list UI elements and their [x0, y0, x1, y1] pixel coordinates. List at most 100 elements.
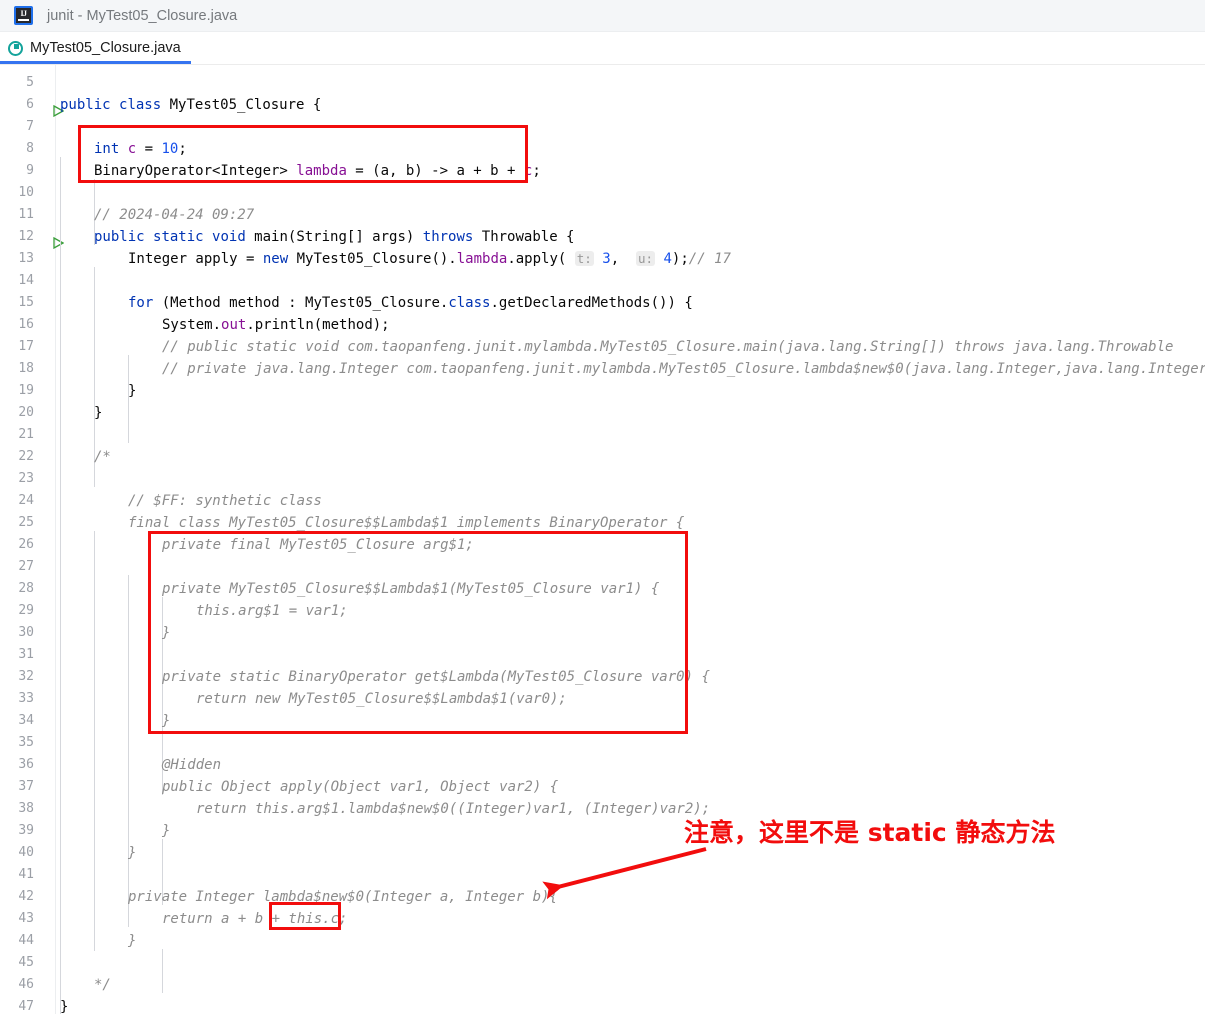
java-class-icon — [8, 40, 23, 56]
code-line: // 2024-04-24 09:27 — [94, 207, 255, 223]
line-number: 44 — [18, 933, 34, 948]
window-title-bar: IJ junit - MyTest05_Closure.java — [0, 0, 1205, 32]
line-number: 21 — [18, 427, 34, 442]
line-number: 39 — [18, 823, 34, 838]
line-number: 46 — [18, 977, 34, 992]
code-line: private final MyTest05_Closure arg$1; — [162, 537, 474, 553]
line-number: 17 — [18, 339, 34, 354]
line-number: 47 — [18, 999, 34, 1014]
line-number: 10 — [18, 185, 34, 200]
code-line: return a + b + this.c; — [162, 911, 348, 927]
code-line: for (Method method : MyTest05_Closure.cl… — [128, 295, 693, 311]
editor-tab-bar: MyTest05_Closure.java — [0, 32, 1205, 65]
code-line: } — [162, 713, 171, 729]
line-number: 11 — [18, 207, 34, 222]
code-line: private MyTest05_Closure$$Lambda$1(MyTes… — [162, 581, 660, 597]
line-number: 14 — [18, 273, 34, 288]
line-number: 7 — [26, 119, 34, 134]
line-number: 5 — [26, 75, 34, 90]
line-number: 42 — [18, 889, 34, 904]
code-line: } — [128, 383, 137, 399]
line-number: 28 — [18, 581, 34, 596]
line-number: 27 — [18, 559, 34, 574]
code-line: } — [60, 999, 69, 1014]
line-number: 24 — [18, 493, 34, 508]
code-line: @Hidden — [162, 757, 222, 773]
window-title: junit - MyTest05_Closure.java — [47, 7, 238, 24]
code-line: } — [128, 933, 137, 949]
line-number: 15 — [18, 295, 34, 310]
editor-tab-mytest05-closure[interactable]: MyTest05_Closure.java — [0, 32, 191, 64]
line-number: 34 — [18, 713, 34, 728]
code-line: Integer apply = new MyTest05_Closure().l… — [128, 251, 731, 267]
editor-gutter[interactable]: 5 6 7 8 9 10 11 12 13 14 15 16 17 18 19 20 21 22 23 24 25 26 2… — [0, 65, 64, 1014]
code-line: final class MyTest05_Closure$$Lambda$1 i… — [128, 515, 685, 531]
line-number: 37 — [18, 779, 34, 794]
code-line: public static void main(String[] args) t… — [94, 229, 575, 245]
line-number: 31 — [18, 647, 34, 662]
line-number: 20 — [18, 405, 34, 420]
code-line: this.arg$1 = var1; — [196, 603, 348, 619]
code-line: private Integer lambda$new$0(Integer a, … — [128, 889, 558, 905]
active-tab-indicator — [0, 61, 191, 64]
line-number: 41 — [18, 867, 34, 882]
run-gutter-icon[interactable] — [44, 99, 64, 117]
code-line: public class MyTest05_Closure { — [60, 97, 322, 113]
code-line: private static BinaryOperator get$Lambda… — [162, 669, 710, 685]
annotation-note-text: 注意，这里不是 static 静态方法 — [684, 818, 1056, 847]
code-line: public Object apply(Object var1, Object … — [162, 779, 559, 795]
line-number: 30 — [18, 625, 34, 640]
intellij-idea-icon-bar — [18, 19, 29, 21]
intellij-idea-icon: IJ — [14, 6, 33, 25]
line-number: 38 — [18, 801, 34, 816]
line-number: 33 — [18, 691, 34, 706]
code-editor[interactable]: 5 6 7 8 9 10 11 12 13 14 15 16 17 18 19 20 21 22 23 24 25 26 2… — [0, 65, 1205, 1014]
line-number-column: 5 6 7 8 9 10 11 12 13 14 15 16 17 18 19 20 21 22 23 24 25 26 2… — [0, 72, 64, 1014]
code-line: BinaryOperator<Integer> lambda = (a, b) … — [94, 163, 541, 179]
line-number: 29 — [18, 603, 34, 618]
line-number: 19 — [18, 383, 34, 398]
line-number: 43 — [18, 911, 34, 926]
line-number: 26 — [18, 537, 34, 552]
line-number: 36 — [18, 757, 34, 772]
line-number: 8 — [26, 141, 34, 156]
line-number: 22 — [18, 449, 34, 464]
code-line: // private java.lang.Integer com.taopanf… — [162, 361, 1205, 377]
line-number: 13 — [18, 251, 34, 266]
code-line: /* — [94, 449, 111, 465]
code-line: return new MyTest05_Closure$$Lambda$1(va… — [196, 691, 567, 707]
line-number: 18 — [18, 361, 34, 376]
line-number: 12 — [0, 226, 64, 249]
line-number: 45 — [18, 955, 34, 970]
code-content-area[interactable]: public class MyTest05_Closure { int c = … — [56, 65, 1205, 1014]
line-number: 16 — [18, 317, 34, 332]
intellij-idea-icon-letters: IJ — [20, 9, 27, 18]
code-line: // public static void com.taopanfeng.jun… — [162, 339, 1174, 355]
code-line: // $FF: synthetic class — [128, 493, 322, 509]
code-line: } — [162, 625, 171, 641]
run-gutter-icon[interactable] — [44, 231, 64, 249]
code-line: System.out.println(method); — [162, 317, 390, 333]
editor-tab-label: MyTest05_Closure.java — [30, 40, 181, 56]
line-number: 32 — [18, 669, 34, 684]
code-line: } — [94, 405, 103, 421]
code-lines: public class MyTest05_Closure { int c = … — [56, 72, 1205, 1014]
code-line: */ — [94, 977, 111, 993]
line-number: 35 — [18, 735, 34, 750]
line-number: 25 — [18, 515, 34, 530]
line-number: 23 — [18, 471, 34, 486]
line-number: 6 — [0, 94, 64, 117]
code-line: int c = 10; — [94, 141, 187, 157]
line-number: 40 — [18, 845, 34, 860]
